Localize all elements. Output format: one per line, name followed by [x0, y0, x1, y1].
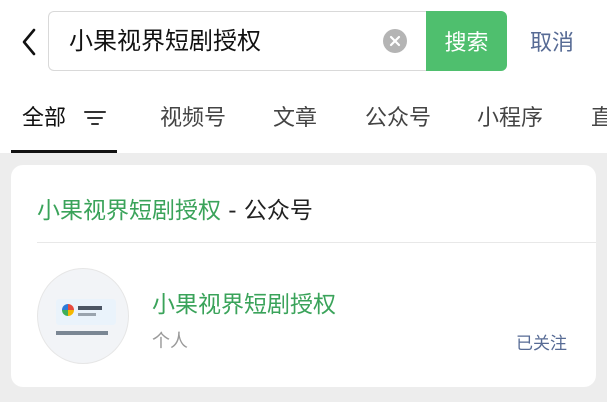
cancel-button-label: 取消	[530, 31, 575, 56]
search-button-label: 搜索	[444, 31, 489, 56]
cancel-button[interactable]: 取消	[530, 11, 574, 71]
avatar-brand-submark	[78, 313, 96, 316]
clear-icon	[389, 35, 401, 47]
tab-live[interactable]: 直	[591, 96, 607, 142]
follow-status[interactable]: 已关注	[516, 329, 567, 354]
avatar-logo-icon	[62, 304, 74, 316]
search-button[interactable]: 搜索	[426, 11, 507, 71]
account-type: 个人	[152, 331, 188, 352]
avatar[interactable]	[37, 268, 129, 364]
back-button[interactable]	[14, 24, 44, 60]
search-input[interactable]: 小果视界短剧授权	[48, 11, 426, 71]
section-title-category: 公众号	[243, 198, 313, 224]
account-name[interactable]: 小果视界短剧授权	[152, 285, 336, 319]
account-result-card: 小果视界短剧授权 - 公众号 小果视界短剧授权 个人 已关注	[11, 165, 596, 387]
active-tab-indicator	[11, 150, 117, 153]
back-arrow-icon	[22, 28, 36, 56]
clear-button[interactable]	[383, 29, 407, 53]
section-title-separator: -	[221, 198, 244, 224]
search-query-text: 小果视界短剧授权	[69, 27, 261, 55]
filter-icon[interactable]	[84, 109, 106, 127]
tab-mini-programs[interactable]: 小程序	[477, 96, 543, 142]
section-title: 小果视界短剧授权 - 公众号	[37, 191, 313, 225]
tab-articles[interactable]: 文章	[273, 96, 317, 142]
avatar-tagline-mark	[56, 331, 108, 335]
tab-channels[interactable]: 视频号	[160, 96, 226, 142]
avatar-brand-mark	[78, 306, 102, 310]
section-title-name: 小果视界短剧授权	[37, 198, 221, 224]
tab-all[interactable]: 全部	[22, 96, 66, 142]
tab-official-accounts[interactable]: 公众号	[365, 96, 431, 142]
divider	[37, 242, 596, 243]
